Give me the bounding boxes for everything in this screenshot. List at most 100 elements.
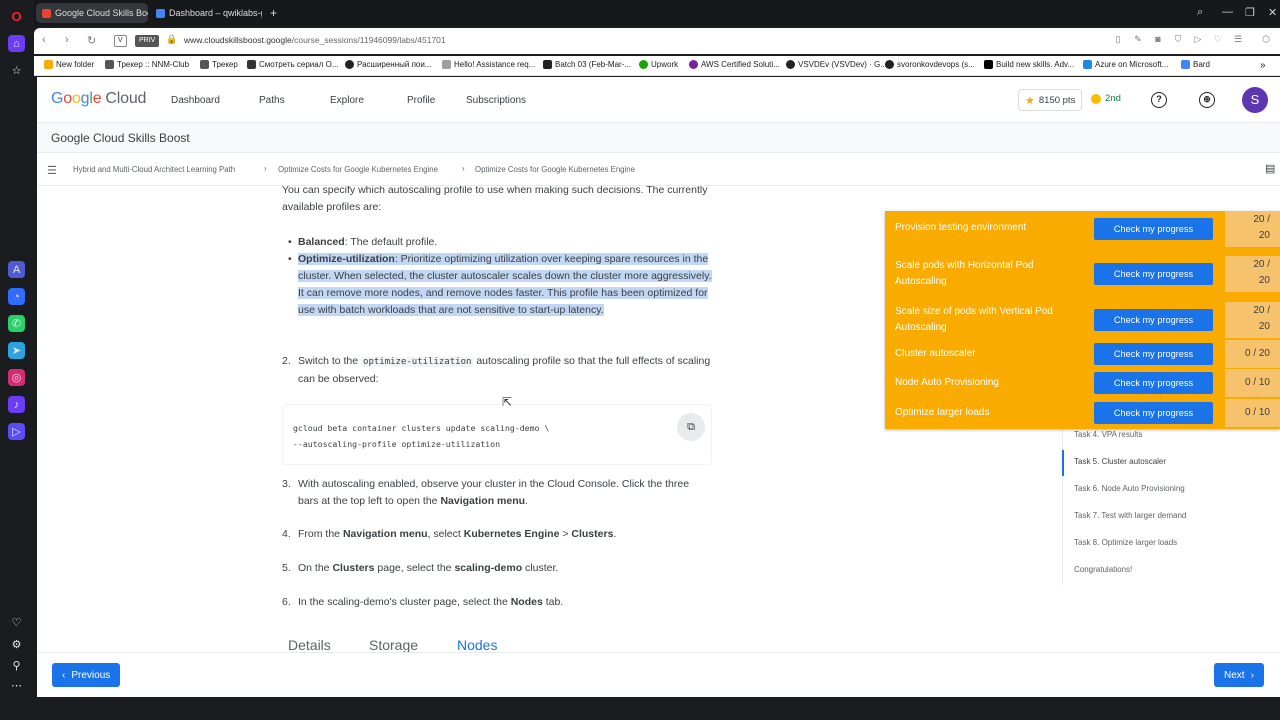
nav-profile[interactable]: Profile [407, 95, 435, 106]
breadcrumb-item[interactable]: Hybrid and Multi-Cloud Architect Learnin… [73, 165, 235, 174]
maximize-icon[interactable]: ❐ [1245, 6, 1255, 19]
shield-icon[interactable]: ⛉ [1172, 34, 1184, 46]
bookmark-item[interactable]: Bard [1181, 60, 1210, 69]
bold-text: Clusters [332, 562, 375, 574]
vpn-badge[interactable]: V [114, 35, 127, 47]
bookmark-item[interactable]: Смотреть сериал О... [247, 60, 339, 69]
rank-badge[interactable]: 2nd [1091, 93, 1121, 104]
menu-icon[interactable]: ☰ [47, 164, 57, 177]
avatar[interactable]: S [1242, 87, 1268, 113]
score-total: 20 [1258, 275, 1270, 286]
bookmark-item[interactable]: Upwork [639, 60, 678, 69]
next-button[interactable]: Next › [1214, 663, 1264, 687]
check-progress-button[interactable]: Check my progress [1094, 218, 1213, 240]
score-value: 20 / [1253, 214, 1270, 225]
task-item[interactable]: Congratulations! [1074, 565, 1132, 574]
bookmark-item[interactable]: VSVDEv (VSVDev) · G... [786, 60, 887, 69]
globe-icon[interactable]: ⊕ [1199, 92, 1215, 108]
check-progress-button[interactable]: Check my progress [1094, 309, 1213, 331]
task-item[interactable]: Task 6. Node Auto Provisioning [1074, 484, 1185, 493]
check-progress-button[interactable]: Check my progress [1094, 263, 1213, 285]
comment-panel-icon[interactable]: ▤ [1265, 162, 1275, 175]
player-icon[interactable]: ▷ [8, 423, 25, 440]
text: tab. [542, 596, 564, 608]
more-bookmarks-icon[interactable]: » [1260, 60, 1266, 71]
score-total: 20 [1258, 321, 1270, 332]
settings-icon[interactable]: ⚙ [8, 636, 25, 653]
opera-logo-icon[interactable]: O [8, 8, 25, 25]
bookmark-item[interactable]: Трекер :: NNM-Club [105, 60, 189, 69]
tab-title: Dashboard – qwiklabs-gc [169, 8, 262, 18]
minimize-icon[interactable]: — [1222, 6, 1233, 18]
check-progress-button[interactable]: Check my progress [1094, 402, 1213, 424]
help-icon[interactable]: ? [1151, 92, 1167, 108]
music-player-icon[interactable]: ♪ [8, 396, 25, 413]
task-item[interactable]: Task 8. Optimize larger loads [1074, 538, 1177, 547]
play-icon[interactable]: ▷ [1192, 34, 1204, 46]
bookmark-item[interactable]: Batch 03 (Feb-Mar-... [543, 60, 631, 69]
bold-text: Clusters [571, 528, 614, 540]
lightbulb-icon[interactable]: ⚲ [8, 657, 25, 674]
task-item[interactable]: Task 7. Test with larger demand [1074, 511, 1186, 520]
tab-dashboard[interactable]: Dashboard – qwiklabs-gc [150, 3, 262, 23]
whatsapp-icon[interactable]: ✆ [8, 315, 25, 332]
bookmark-item[interactable]: Трекер [200, 60, 238, 69]
points-badge[interactable]: ★ 8150 pts [1018, 89, 1083, 111]
google-cloud-logo[interactable]: Google Cloud [51, 90, 146, 108]
progress-checker: Provision testing environment Check my p… [885, 211, 1280, 429]
check-progress-button[interactable]: Check my progress [1094, 372, 1213, 394]
bard-icon [1181, 60, 1190, 69]
heart-icon[interactable]: ♡ [8, 614, 25, 631]
tab-storage: Storage [369, 637, 419, 652]
nav-dashboard[interactable]: Dashboard [171, 95, 220, 106]
favicon-icon [689, 60, 698, 69]
extensions-icon[interactable]: ⬡ [1260, 34, 1272, 46]
nav-subscriptions[interactable]: Subscriptions [466, 95, 526, 106]
task-item-active[interactable]: Task 5. Cluster autoscaler [1074, 457, 1166, 466]
step-number: 4. [282, 528, 291, 540]
messenger-icon[interactable]: ◔ [8, 288, 25, 305]
copy-code-button[interactable]: ⧉ [677, 413, 705, 441]
favicon-icon [105, 60, 114, 69]
bookmark-item[interactable]: svoronkovdevops (s... [885, 60, 975, 69]
task-item[interactable]: Task 4. VPA results [1074, 430, 1142, 439]
lock-icon[interactable]: 🔒 [166, 34, 177, 45]
close-window-icon[interactable]: ✕ [1268, 6, 1277, 19]
heart-bookmark-icon[interactable]: ♡ [1212, 34, 1224, 46]
telegram-icon[interactable]: ➤ [8, 342, 25, 359]
reader-icon[interactable]: ▯ [1112, 34, 1124, 46]
aria-icon[interactable]: A [8, 261, 25, 278]
url-field[interactable]: www.cloudskillsboost.google/course_sessi… [184, 35, 446, 45]
objective-name: Node Auto Provisioning [895, 377, 999, 388]
nav-paths[interactable]: Paths [259, 95, 285, 106]
text: From the [298, 528, 343, 540]
bookmark-item[interactable]: Hello! Assistance req... [442, 60, 535, 69]
more-icon[interactable]: ⋯ [8, 677, 25, 694]
forward-icon[interactable]: › [65, 34, 69, 46]
previous-button[interactable]: ‹ Previous [52, 663, 121, 687]
reload-icon[interactable]: ↻ [87, 34, 96, 47]
home-icon[interactable]: ⌂ [8, 35, 25, 52]
star-speed-dial-icon[interactable]: ☆ [8, 62, 25, 79]
camera-icon[interactable]: ◙ [1152, 34, 1164, 46]
edit-icon[interactable]: ✎ [1132, 34, 1144, 46]
new-tab-button[interactable]: + [264, 3, 284, 23]
step-text: With autoscaling enabled, observe your c… [298, 476, 712, 510]
nav-explore[interactable]: Explore [330, 95, 364, 106]
tab-skills-boost[interactable]: Google Cloud Skills Boost [36, 3, 148, 23]
check-progress-button[interactable]: Check my progress [1094, 343, 1213, 365]
bookmark-label: Трекер [212, 60, 238, 69]
bookmark-item[interactable]: Build new skills. Adv... [984, 60, 1074, 69]
search-tabs-icon[interactable]: ⌕ [1197, 6, 1203, 19]
text: Switch to the [298, 355, 362, 367]
code-text[interactable]: gcloud beta container clusters update sc… [293, 420, 549, 452]
x-icon [984, 60, 993, 69]
bookmark-item[interactable]: Расширенный пои... [345, 60, 432, 69]
menu-icon[interactable]: ☰ [1232, 34, 1244, 46]
breadcrumb-item[interactable]: Optimize Costs for Google Kubernetes Eng… [278, 165, 438, 174]
instagram-icon[interactable]: ◎ [8, 369, 25, 386]
back-icon[interactable]: ‹ [42, 34, 46, 46]
bookmark-item[interactable]: New folder [44, 60, 94, 69]
bookmark-item[interactable]: AWS Certified Soluti... [689, 60, 780, 69]
bookmark-item[interactable]: Azure on Microsoft... [1083, 60, 1168, 69]
